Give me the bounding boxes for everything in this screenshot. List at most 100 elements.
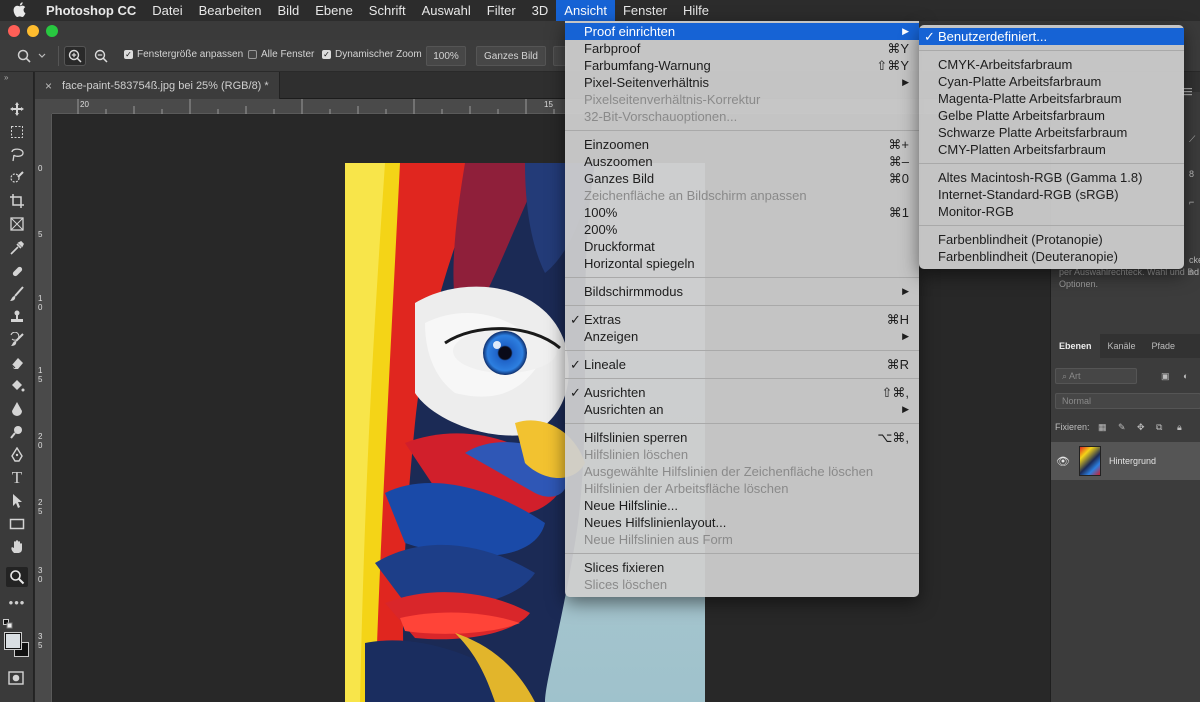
move-tool-icon[interactable] xyxy=(6,99,28,119)
dodge-tool-icon[interactable] xyxy=(6,422,28,442)
menu-item[interactable]: Farbenblindheit (Deuteranopie) xyxy=(919,248,1184,265)
more-tools-icon[interactable]: ••• xyxy=(6,592,28,612)
menu-bearbeiten[interactable]: Bearbeiten xyxy=(191,0,270,21)
vertical-ruler[interactable]: 0 5 1 0 1 5 2 0 2 5 3 0 3 5 xyxy=(35,114,52,702)
type-tool-icon[interactable]: T xyxy=(6,468,28,488)
menu-fenster[interactable]: Fenster xyxy=(615,0,675,21)
quick-selection-tool-icon[interactable] xyxy=(6,168,28,188)
blend-mode-select[interactable]: Normal xyxy=(1055,393,1200,409)
menu-item[interactable]: Hilfslinien sperren ⌥⌘, xyxy=(565,429,919,446)
menu-item[interactable]: Druckformat xyxy=(565,238,919,255)
menu-item[interactable]: 100% ⌘1 xyxy=(565,204,919,221)
lock-transparent-icon[interactable]: ▦ xyxy=(1098,421,1107,433)
document-tab[interactable]: × face-paint-583754ß.jpg bei 25% (RGB/8)… xyxy=(35,72,280,99)
ruler-corner[interactable] xyxy=(35,99,52,114)
menu-item[interactable]: Slices fixieren xyxy=(565,559,919,576)
menu-schrift[interactable]: Schrift xyxy=(361,0,414,21)
zoom-tool-icon[interactable] xyxy=(6,567,28,587)
menu-item[interactable]: Internet-Standard-RGB (sRGB) xyxy=(919,186,1184,203)
menu-item[interactable]: Ganzes Bild ⌘0 xyxy=(565,170,919,187)
menu-item[interactable]: Horizontal spiegeln xyxy=(565,255,919,272)
close-window-button[interactable] xyxy=(8,25,20,37)
menu-item[interactable]: Neues Hilfslinienlayout... xyxy=(565,514,919,531)
lock-position-icon[interactable]: ✥ xyxy=(1137,421,1145,433)
menu-item[interactable]: Magenta-Platte Arbeitsfarbraum xyxy=(919,90,1184,107)
zoom-tool-preset-picker[interactable] xyxy=(14,46,50,66)
rectangle-tool-icon[interactable] xyxy=(6,514,28,534)
dynamic-zoom-checkbox[interactable]: ✓ xyxy=(322,50,331,59)
adjustment-filter-icon[interactable]: ◐ xyxy=(1183,370,1188,382)
zoom-in-icon[interactable] xyxy=(64,46,86,66)
menu-filter[interactable]: Filter xyxy=(479,0,524,21)
pen-tool-icon[interactable] xyxy=(6,445,28,465)
layer-filter-select[interactable]: ⌕ Art xyxy=(1055,368,1137,384)
eraser-tool-icon[interactable] xyxy=(6,353,28,373)
menu-item[interactable]: Einzoomen ⌘+ xyxy=(565,136,919,153)
menu-bild[interactable]: Bild xyxy=(270,0,308,21)
menu-item[interactable]: Schwarze Platte Arbeitsfarbraum xyxy=(919,124,1184,141)
close-tab-icon[interactable]: × xyxy=(45,79,52,93)
fit-screen-button[interactable]: Ganzes Bild xyxy=(476,46,546,66)
zoom-window-button[interactable] xyxy=(46,25,58,37)
menu-item[interactable]: Gelbe Platte Arbeitsfarbraum xyxy=(919,107,1184,124)
menu-item[interactable]: Bildschirmmodus ▶ xyxy=(565,283,919,300)
tab-pfade[interactable]: Pfade xyxy=(1144,334,1184,358)
dynamic-zoom-option[interactable]: ✓ Dynamischer Zoom xyxy=(322,49,422,60)
tab-ebenen[interactable]: Ebenen xyxy=(1051,334,1100,358)
brush-tool-icon[interactable] xyxy=(6,284,28,304)
menu-item[interactable]: Anzeigen ▶ xyxy=(565,328,919,345)
fit-window-option[interactable]: ✓ Fenstergröße anpassen xyxy=(124,49,243,60)
menu-item[interactable]: Altes Macintosh-RGB (Gamma 1.8) xyxy=(919,169,1184,186)
history-brush-tool-icon[interactable] xyxy=(6,330,28,350)
minimize-window-button[interactable] xyxy=(27,25,39,37)
fit-window-checkbox[interactable]: ✓ xyxy=(124,50,133,59)
collapse-panel-icon[interactable]: » xyxy=(4,73,8,82)
menu-item[interactable]: Proof einrichten ▶ xyxy=(565,23,919,40)
menu-ansicht[interactable]: Ansicht xyxy=(556,0,615,21)
menu-item[interactable]: Neue Hilfslinie... xyxy=(565,497,919,514)
menu-item[interactable]: ✓ Benutzerdefiniert... xyxy=(919,28,1184,45)
image-filter-icon[interactable]: ▣ xyxy=(1161,370,1170,382)
path-selection-tool-icon[interactable] xyxy=(6,491,28,511)
menu-datei[interactable]: Datei xyxy=(144,0,190,21)
all-windows-checkbox[interactable] xyxy=(248,50,257,59)
layer-row-background[interactable]: 👁︎ Hintergrund xyxy=(1051,442,1200,480)
healing-brush-tool-icon[interactable] xyxy=(6,261,28,281)
menu-item[interactable]: Pixel-Seitenverhältnis ▶ xyxy=(565,74,919,91)
tab-kanaele[interactable]: Kanäle xyxy=(1100,334,1144,358)
default-colors-icon[interactable] xyxy=(3,616,13,629)
menu-item[interactable]: 200% xyxy=(565,221,919,238)
quick-mask-icon[interactable] xyxy=(5,668,27,688)
lock-artboard-icon[interactable]: ⧉ xyxy=(1156,421,1162,433)
clone-stamp-tool-icon[interactable] xyxy=(6,307,28,327)
eyedropper-icon[interactable]: ⟋ xyxy=(1189,133,1195,145)
menu-item[interactable]: ✓ Lineale ⌘R xyxy=(565,356,919,373)
hand-tool-icon[interactable] xyxy=(6,537,28,557)
menu-auswahl[interactable]: Auswahl xyxy=(414,0,479,21)
lock-all-icon[interactable]: 🔒︎ xyxy=(1177,421,1182,433)
menu-ebene[interactable]: Ebene xyxy=(307,0,361,21)
menu-item[interactable]: ✓ Extras ⌘H xyxy=(565,311,919,328)
menu-item[interactable]: Farbproof ⌘Y xyxy=(565,40,919,57)
menu-item[interactable]: Auszoomen ⌘– xyxy=(565,153,919,170)
marquee-tool-icon[interactable] xyxy=(6,122,28,142)
menu-item[interactable]: Farbenblindheit (Protanopie) xyxy=(919,231,1184,248)
paint-bucket-tool-icon[interactable] xyxy=(6,376,28,396)
menu-item[interactable]: CMY-Platten Arbeitsfarbraum xyxy=(919,141,1184,158)
eyedropper-tool-icon[interactable] xyxy=(6,238,28,258)
apple-icon[interactable] xyxy=(0,1,38,20)
menu-item[interactable]: CMYK-Arbeitsfarbraum xyxy=(919,56,1184,73)
menu-photoshop[interactable]: Photoshop CC xyxy=(38,0,144,21)
menu-item[interactable]: ✓ Ausrichten ⇧⌘, xyxy=(565,384,919,401)
crop-icon[interactable]: ⌐ xyxy=(1189,196,1194,208)
frame-tool-icon[interactable] xyxy=(6,214,28,234)
lock-paint-icon[interactable]: ✎ xyxy=(1118,421,1126,433)
menu-item[interactable]: Farbumfang-Warnung ⇧⌘Y xyxy=(565,57,919,74)
menu-item[interactable]: Cyan-Platte Arbeitsfarbraum xyxy=(919,73,1184,90)
menu-3d[interactable]: 3D xyxy=(524,0,557,21)
crop-tool-icon[interactable] xyxy=(6,191,28,211)
zoom-100-button[interactable]: 100% xyxy=(426,46,466,66)
lasso-tool-icon[interactable] xyxy=(6,145,28,165)
blur-tool-icon[interactable] xyxy=(6,399,28,419)
visibility-eye-icon[interactable]: 👁︎ xyxy=(1051,455,1075,468)
